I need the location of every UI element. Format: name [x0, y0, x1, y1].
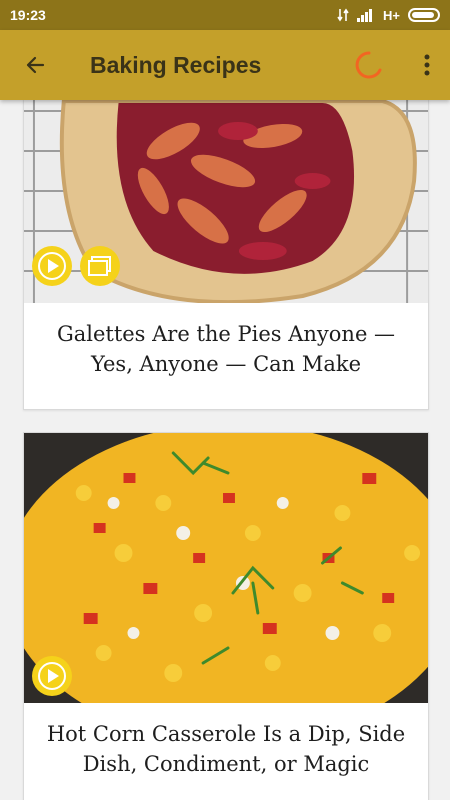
corn-casserole-photo [24, 433, 428, 703]
arrow-back-icon [26, 56, 45, 74]
recipe-photo-galette[interactable] [24, 100, 428, 303]
network-type: H+ [383, 7, 400, 23]
play-video-button[interactable] [32, 246, 72, 286]
recipe-feed[interactable]: Galettes Are the Pies Anyone — Yes, Anyo… [0, 100, 450, 800]
page-title: Baking Recipes [90, 51, 262, 78]
signal-icon [357, 9, 373, 22]
overflow-menu-button[interactable] [412, 30, 442, 100]
play-icon [38, 662, 66, 690]
gallery-button[interactable] [80, 246, 120, 286]
play-icon [38, 252, 66, 280]
status-bar: 19:23 H+ [0, 0, 450, 30]
play-video-button[interactable] [32, 656, 72, 696]
status-icons: H+ [337, 8, 440, 23]
loading-spinner [354, 50, 384, 80]
recipe-photo-corn-casserole[interactable] [24, 433, 428, 703]
recipe-title[interactable]: Hot Corn Casserole Is a Dip, Side Dish, … [24, 703, 428, 795]
data-transfer-icon [337, 8, 349, 22]
gallery-icon [88, 256, 111, 276]
back-button[interactable] [0, 30, 70, 100]
app-bar: Baking Recipes [0, 30, 450, 100]
battery-icon [408, 8, 440, 22]
loading-spinner-icon [355, 51, 382, 79]
recipe-title[interactable]: Galettes Are the Pies Anyone — Yes, Anyo… [24, 303, 428, 395]
recipe-card[interactable]: Hot Corn Casserole Is a Dip, Side Dish, … [23, 432, 429, 800]
recipe-card[interactable]: Galettes Are the Pies Anyone — Yes, Anyo… [23, 100, 429, 410]
more-vert-icon [424, 54, 430, 76]
status-time: 19:23 [10, 7, 46, 23]
